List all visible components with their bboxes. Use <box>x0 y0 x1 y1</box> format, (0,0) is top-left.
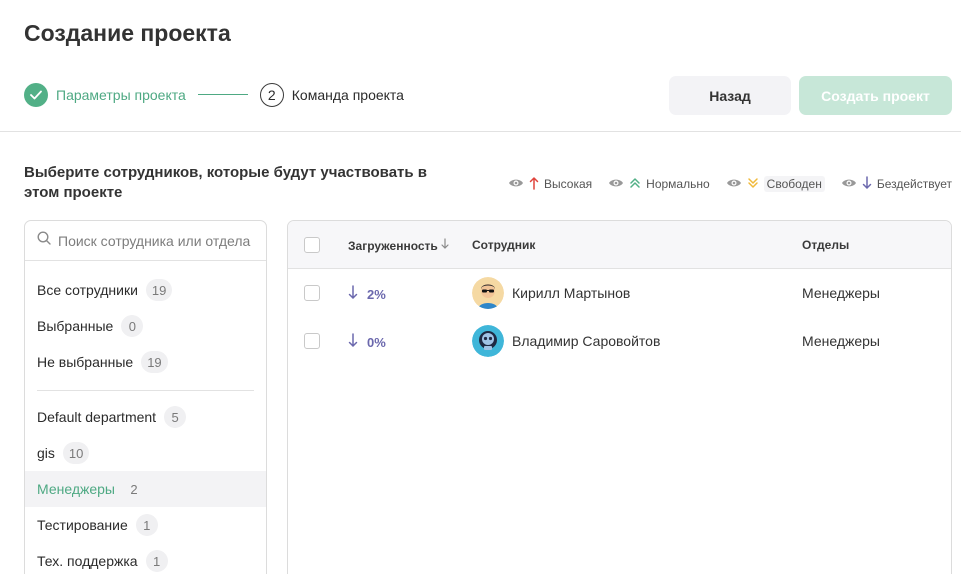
eye-icon[interactable] <box>726 177 742 192</box>
count-badge: 19 <box>141 351 168 373</box>
department-label: Тестирование <box>37 517 128 533</box>
count-badge: 5 <box>164 406 187 428</box>
legend-item-free: Свободен <box>726 176 825 192</box>
step-completed-check-icon <box>24 82 48 107</box>
count-badge: 10 <box>62 442 90 464</box>
count-badge: 0 <box>121 315 144 337</box>
column-header-departments[interactable]: Отделы <box>802 238 849 252</box>
department-label: Менеджеры <box>37 481 115 497</box>
department-list: Default department 5 gis 10 Менеджеры 2 … <box>25 399 266 574</box>
count-badge: 2 <box>130 481 138 497</box>
step-2-number: 2 <box>259 82 284 107</box>
arrow-down-icon <box>348 285 358 303</box>
stepper: Параметры проекта 2 Команда проекта <box>24 82 404 107</box>
legend-label: Бездействует <box>876 177 952 191</box>
employees-table: Загруженность Сотрудник Отделы 2% Кирилл… <box>287 220 952 574</box>
legend-item-idle: Бездействует <box>841 175 952 193</box>
department-item[interactable]: Тех. поддержка 1 <box>25 543 266 574</box>
legend-label: Высокая <box>544 177 593 191</box>
department-cell: Менеджеры <box>802 285 880 301</box>
sort-arrow-down-icon <box>440 238 450 253</box>
employee-cell: Владимир Саровойтов <box>472 325 660 357</box>
avatar <box>472 277 504 309</box>
eye-icon[interactable] <box>508 177 524 192</box>
department-label: Тех. поддержка <box>37 553 138 569</box>
count-badge: 19 <box>145 279 173 301</box>
department-label: gis <box>37 445 55 461</box>
column-header-load[interactable]: Загруженность <box>348 238 450 253</box>
department-item-active[interactable]: Менеджеры 2 <box>25 471 266 507</box>
back-button[interactable]: Назад <box>669 76 791 115</box>
filter-label: Все сотрудники <box>37 282 138 298</box>
table-row[interactable]: 2% Кирилл Мартынов Менеджеры <box>288 269 951 317</box>
select-all-checkbox[interactable] <box>304 237 320 253</box>
employee-name: Владимир Саровойтов <box>512 333 661 349</box>
workload-cell: 2% <box>348 285 386 303</box>
eye-icon[interactable] <box>608 177 624 192</box>
arrow-up-icon <box>529 176 539 193</box>
search-icon <box>37 231 51 250</box>
count-badge: 1 <box>135 514 158 536</box>
create-project-button[interactable]: Создать проект <box>799 76 952 115</box>
employee-filter-sidebar: Все сотрудники 19 Выбранные 0 Не выбранн… <box>24 220 267 574</box>
workload-cell: 0% <box>348 333 386 351</box>
arrow-down-icon <box>862 175 872 193</box>
eye-icon[interactable] <box>841 177 857 192</box>
employee-name: Кирилл Мартынов <box>512 285 631 301</box>
department-label: Default department <box>37 409 157 425</box>
filter-label: Выбранные <box>37 318 114 334</box>
arrow-down-icon <box>348 333 358 351</box>
column-header-employee[interactable]: Сотрудник <box>472 238 535 252</box>
filter-selected[interactable]: Выбранные 0 <box>25 308 266 344</box>
department-cell: Менеджеры <box>802 333 880 349</box>
department-item[interactable]: Default department 5 <box>25 399 266 435</box>
legend-item-high: Высокая <box>508 176 592 192</box>
legend-item-normal: Нормально <box>608 176 710 192</box>
row-checkbox[interactable] <box>304 285 320 301</box>
step-connector <box>197 94 248 95</box>
table-header: Загруженность Сотрудник Отделы <box>288 221 951 269</box>
header-divider <box>0 131 961 132</box>
workload-value: 0% <box>367 334 386 350</box>
workload-legend: Высокая Нормально Свободен Бездействует <box>508 175 952 193</box>
filter-not-selected[interactable]: Не выбранные 19 <box>25 344 266 380</box>
department-item[interactable]: gis 10 <box>25 435 266 471</box>
column-label: Загруженность <box>348 238 438 253</box>
filter-all-employees[interactable]: Все сотрудники 19 <box>25 272 266 308</box>
column-label: Сотрудник <box>472 238 536 252</box>
department-item[interactable]: Тестирование 1 <box>25 507 266 543</box>
step-1-label[interactable]: Параметры проекта <box>56 87 186 103</box>
page-title: Создание проекта <box>24 20 231 46</box>
sidebar-divider <box>37 390 254 391</box>
search-box <box>25 221 266 261</box>
legend-label: Нормально <box>646 177 710 191</box>
count-badge: 1 <box>145 550 168 572</box>
avatar <box>472 325 504 357</box>
legend-label: Свободен <box>763 176 825 192</box>
table-row[interactable]: 0% Владимир Саровойтов Менеджеры <box>288 317 951 365</box>
double-chevron-down-icon <box>747 177 759 192</box>
select-employees-hint: Выберите сотрудников, которые будут учас… <box>24 164 427 201</box>
workload-value: 2% <box>367 286 386 302</box>
column-label: Отделы <box>802 238 850 252</box>
double-chevron-up-icon <box>629 177 641 192</box>
filter-label: Не выбранные <box>37 354 134 370</box>
employee-cell: Кирилл Мартынов <box>472 277 630 309</box>
step-2-label: Команда проекта <box>291 86 404 103</box>
row-checkbox[interactable] <box>304 333 320 349</box>
search-input[interactable] <box>58 232 258 249</box>
filter-list: Все сотрудники 19 Выбранные 0 Не выбранн… <box>25 261 266 380</box>
